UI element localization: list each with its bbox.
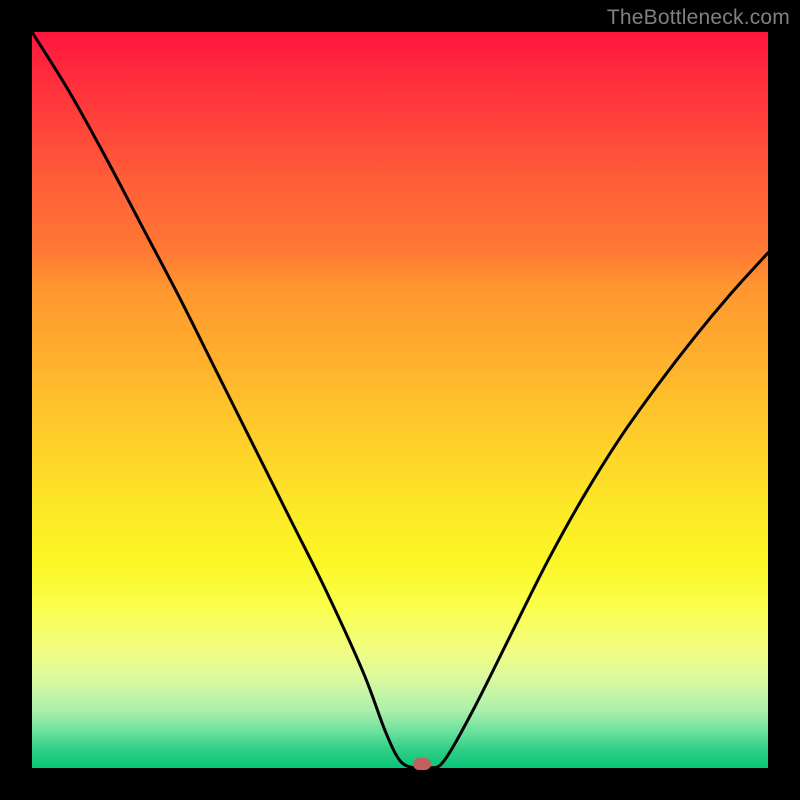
chart-container: TheBottleneck.com bbox=[0, 0, 800, 800]
optimal-marker bbox=[413, 758, 431, 770]
watermark-text: TheBottleneck.com bbox=[607, 6, 790, 30]
plot-area bbox=[32, 32, 768, 768]
curve-path bbox=[32, 32, 768, 769]
bottleneck-curve bbox=[32, 32, 768, 768]
